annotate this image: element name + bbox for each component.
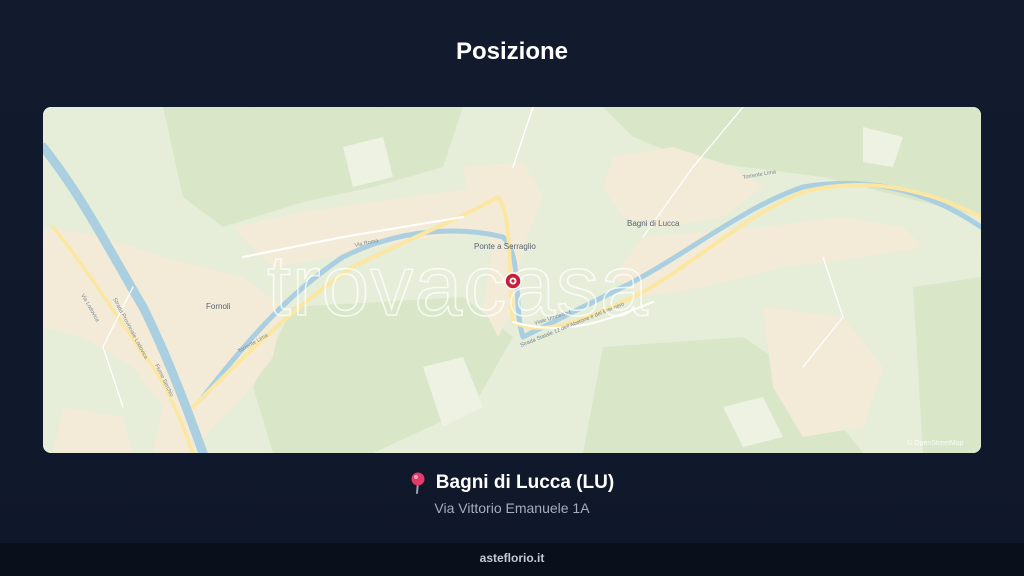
page-title: Posizione: [455, 38, 569, 65]
footer: asteflorio.it: [0, 543, 1024, 576]
place-label-bagni-di-lucca: Bagni di Lucca: [627, 219, 680, 228]
location-name: Bagni di Lucca (LU): [435, 472, 615, 493]
footer-site-link[interactable]: asteflorio.it: [480, 551, 545, 565]
place-label-fornoli: Fornoli: [206, 302, 231, 311]
location-marker-icon[interactable]: [504, 272, 522, 290]
watermark-logo: trovacasa: [267, 238, 649, 334]
map[interactable]: Strada Statale 12 dell'Abetone e del Bre…: [43, 107, 981, 453]
map-pin-icon: [410, 472, 426, 494]
location-row: Bagni di Lucca (LU): [0, 472, 1024, 494]
location-address: Via Vittorio Emanuele 1A: [434, 500, 590, 516]
map-attribution[interactable]: © OpenStreetMap: [907, 439, 964, 447]
